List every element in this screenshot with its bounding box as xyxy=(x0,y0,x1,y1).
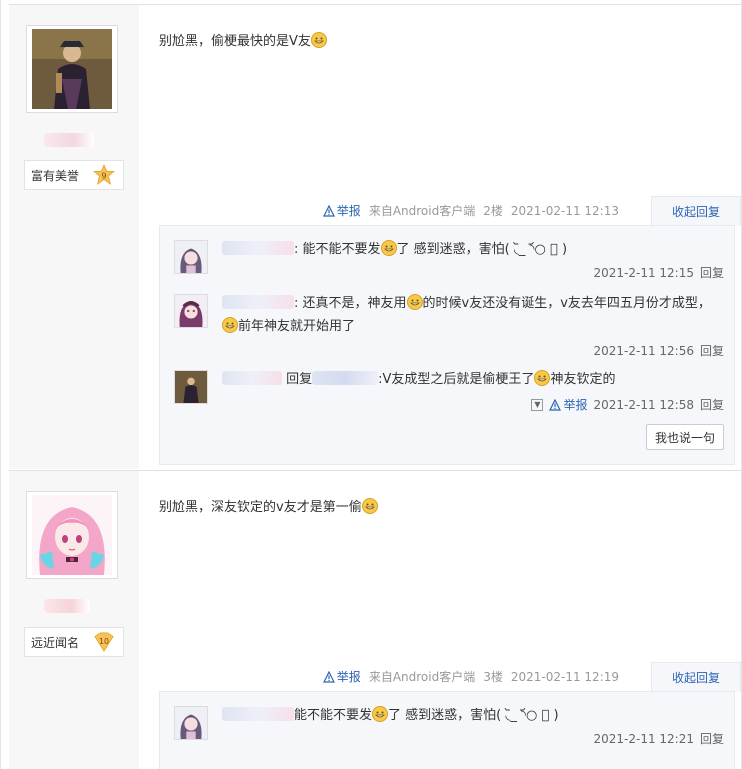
post-floor: 3楼 xyxy=(483,670,503,684)
author-avatar-small xyxy=(175,371,207,403)
dropdown-icon[interactable]: ▼ xyxy=(531,398,544,411)
report-link[interactable]: 举报 xyxy=(549,396,587,413)
reply-body: :V友成型之后就是偷梗王了 xyxy=(378,372,535,387)
thread-page: 富有美誉 9 别尬黑，偷梗最快的是V友 举报 来自Android客户端 2楼 2… xyxy=(0,0,742,769)
reply-prefix: 回复 xyxy=(286,372,313,387)
post-meta: 举报 来自Android客户端 2楼 2021-02-11 12:13 xyxy=(322,202,619,219)
svg-text:9: 9 xyxy=(101,171,106,181)
anime-avatar-image xyxy=(32,495,112,575)
reply-panel: 能不能不要发了 感到迷惑，害怕( ◟᷅_ ◝᷄○ ⃘ ) 2021-2-11 1… xyxy=(159,691,735,769)
grin-emoji-icon xyxy=(372,706,389,722)
reply-item: : 能不能不要发了 感到迷惑，害怕( ◟᷅_ ◝᷄○ ⃘ ) 2021-2-11… xyxy=(174,238,724,286)
post-meta: 举报 来自Android客户端 3楼 2021-02-11 12:19 xyxy=(322,668,619,685)
author-name-blurred[interactable] xyxy=(44,599,90,613)
reply-text: 能不能不要发了 感到迷惑，害怕( ◟᷅_ ◝᷄○ ⃘ ) xyxy=(222,704,724,727)
reply-text: 回复 :V友成型之后就是偷梗王了 神友钦定的 xyxy=(222,368,724,391)
svg-text:10: 10 xyxy=(99,637,109,646)
reply-body-tail: 神友钦定的 xyxy=(550,372,616,387)
level-badge-icon: 9 xyxy=(93,164,115,186)
reply-body-tail: 了 感到迷惑，害怕( ◟᷅_ ◝᷄○ ⃘ ) xyxy=(388,708,559,723)
reply-meta: 2021-2-11 12:56 回复 xyxy=(593,342,724,359)
reply-item: : 还真不是，神友用 的时候v友还没有诞生，v友去年四五月份才成型， 前年神友就开始… xyxy=(174,292,724,358)
grin-emoji-icon xyxy=(534,370,551,386)
level-badge-icon: 10 xyxy=(94,632,114,652)
reply-item: 能不能不要发了 感到迷惑，害怕( ◟᷅_ ◝᷄○ ⃘ ) 2021-2-11 1… xyxy=(174,704,724,752)
author-avatar[interactable] xyxy=(26,25,118,113)
reply-meta: 2021-2-11 12:21 回复 xyxy=(593,730,724,747)
badge-label: 富有美誉 xyxy=(31,168,80,183)
report-link[interactable]: 举报 xyxy=(322,668,361,685)
reply-body: : 能不能不要发 xyxy=(294,242,381,257)
author-name-blurred[interactable] xyxy=(44,133,94,147)
anime-avatar-image xyxy=(175,707,207,739)
grin-emoji-icon xyxy=(310,32,327,48)
report-label: 举报 xyxy=(336,670,361,684)
add-comment-button[interactable]: 我也说一句 xyxy=(646,424,724,450)
warning-icon xyxy=(322,670,335,683)
grin-emoji-icon xyxy=(222,317,238,333)
grin-emoji-icon xyxy=(361,498,378,514)
honor-badge[interactable]: 富有美誉 9 xyxy=(24,160,124,190)
post-content: 别尬黑，偷梗最快的是V友 xyxy=(159,30,327,49)
post-source: 来自Android客户端 xyxy=(368,204,476,218)
grin-emoji-icon xyxy=(380,240,397,256)
reply-meta: ▼ 举报 2021-2-11 12:58 回复 xyxy=(531,396,724,413)
avatar-image xyxy=(32,29,112,109)
reply-user-blurred[interactable] xyxy=(222,241,294,255)
reply-text: : 能不能不要发了 感到迷惑，害怕( ◟᷅_ ◝᷄○ ⃘ ) xyxy=(222,238,724,261)
add-comment-label: 我也说一句 xyxy=(654,430,715,445)
report-link[interactable]: 举报 xyxy=(322,202,361,219)
fold-label: 收起回复 xyxy=(671,205,720,219)
post-time: 2021-02-11 12:13 xyxy=(510,203,619,218)
reply-link[interactable]: 回复 xyxy=(700,396,724,413)
fold-replies-button[interactable]: 收起回复 xyxy=(651,662,741,692)
post-text: 别尬黑，偷梗最快的是V友 xyxy=(159,34,311,49)
reply-avatar[interactable] xyxy=(174,370,208,404)
reply-link[interactable]: 回复 xyxy=(700,730,724,747)
reply-panel: : 能不能不要发了 感到迷惑，害怕( ◟᷅_ ◝᷄○ ⃘ ) 2021-2-11… xyxy=(159,225,735,465)
reply-time: 2021-2-11 12:56 xyxy=(593,343,694,358)
author-sidebar: 远近闻名 10 xyxy=(9,471,139,769)
reply-time: 2021-2-11 12:21 xyxy=(593,731,694,746)
reply-user-blurred[interactable] xyxy=(222,707,294,721)
anime-avatar-image xyxy=(175,241,207,273)
reply-link[interactable]: 回复 xyxy=(700,342,724,359)
report-label: 举报 xyxy=(336,204,361,218)
reply-body-tail: 前年神友就开始用了 xyxy=(238,319,356,334)
reply-body: : 还真不是，神友用 xyxy=(294,296,407,311)
reply-time: 2021-2-11 12:15 xyxy=(593,265,694,280)
reply-time: 2021-2-11 12:58 xyxy=(593,397,694,412)
badge-label: 远近闻名 xyxy=(31,635,80,650)
reply-body: 能不能不要发 xyxy=(294,708,373,723)
reply-link[interactable]: 回复 xyxy=(700,264,724,281)
honor-badge[interactable]: 远近闻名 10 xyxy=(24,627,124,657)
reply-body-mid: 的时候v友还没有诞生，v友去年四五月份才成型， xyxy=(422,296,711,311)
anime-avatar-image xyxy=(175,295,207,327)
post-content: 别尬黑，深友钦定的v友才是第一偷 xyxy=(159,496,378,515)
post-source: 来自Android客户端 xyxy=(368,670,476,684)
fold-replies-button[interactable]: 收起回复 xyxy=(651,196,741,226)
warning-icon xyxy=(322,204,335,217)
reply-meta: 2021-2-11 12:15 回复 xyxy=(593,264,724,281)
grin-emoji-icon xyxy=(406,294,423,310)
post-floor-3: 远近闻名 10 别尬黑，深友钦定的v友才是第一偷 举报 来自Android客户端… xyxy=(9,470,741,769)
author-avatar[interactable] xyxy=(26,491,118,579)
post-time: 2021-02-11 12:19 xyxy=(510,669,619,684)
reply-avatar[interactable] xyxy=(174,240,208,274)
post-text: 别尬黑，深友钦定的v友才是第一偷 xyxy=(159,500,362,515)
reply-user-blurred[interactable] xyxy=(222,371,282,385)
reply-user-blurred[interactable] xyxy=(222,295,294,309)
post-floor-2: 富有美誉 9 别尬黑，偷梗最快的是V友 举报 来自Android客户端 2楼 2… xyxy=(9,4,741,469)
reply-text: : 还真不是，神友用 的时候v友还没有诞生，v友去年四五月份才成型， 前年神友就开始… xyxy=(222,292,724,338)
warning-icon xyxy=(549,398,562,411)
author-sidebar: 富有美誉 9 xyxy=(9,5,139,469)
post-floor: 2楼 xyxy=(483,204,503,218)
reply-avatar[interactable] xyxy=(174,294,208,328)
report-label: 举报 xyxy=(563,398,588,412)
reply-body-tail: 了 感到迷惑，害怕( ◟᷅_ ◝᷄○ ⃘ ) xyxy=(396,242,568,257)
reply-target-blurred[interactable] xyxy=(312,371,379,385)
reply-avatar[interactable] xyxy=(174,706,208,740)
fold-label: 收起回复 xyxy=(671,671,720,685)
reply-item: 回复 :V友成型之后就是偷梗王了 神友钦定的 ▼ 举报 2021-2-11 12:5… xyxy=(174,368,724,418)
